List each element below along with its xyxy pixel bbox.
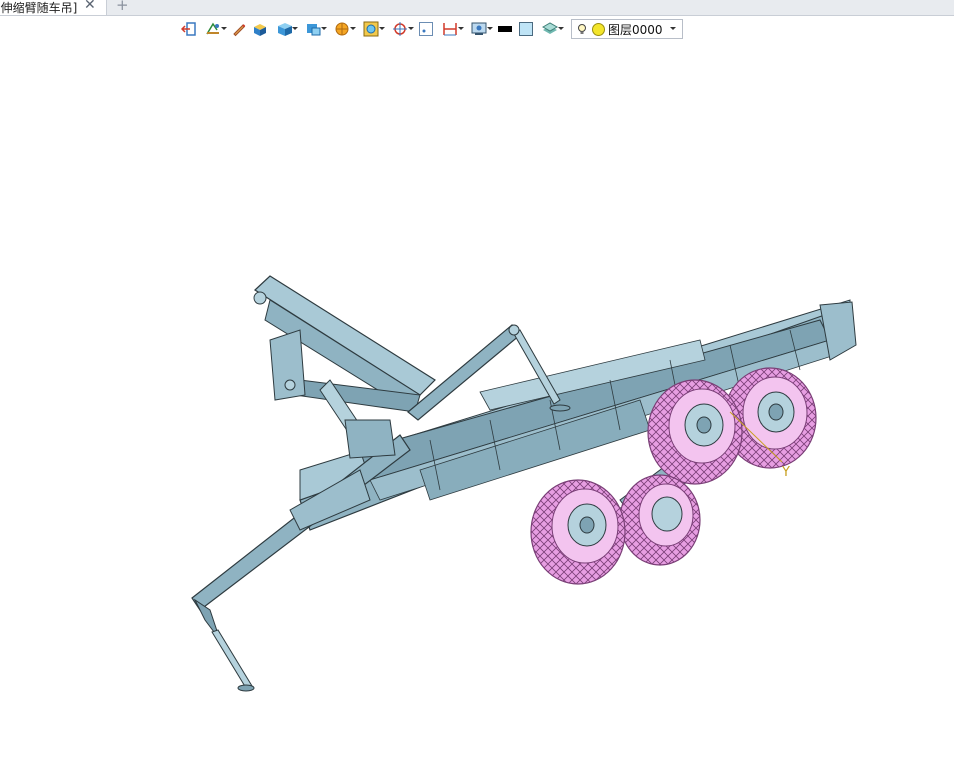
crane-boom [253, 275, 436, 459]
box-face-icon[interactable] [251, 19, 269, 39]
sketch-icon[interactable] [201, 19, 227, 39]
lightbulb-icon[interactable] [576, 23, 588, 35]
wheel-rear-left [647, 379, 743, 485]
color-black-icon[interactable] [496, 19, 514, 39]
document-tab[interactable]: [伸缩臂随车吊] ✕ [0, 0, 107, 15]
snap-target-icon[interactable] [388, 19, 414, 39]
part-icon[interactable] [301, 19, 327, 39]
grid-select-icon[interactable] [417, 19, 435, 39]
wheel-front-right [619, 474, 701, 566]
display-icon[interactable] [467, 19, 493, 39]
trailer-crane-model: Y [191, 275, 857, 692]
add-tab-icon[interactable]: + [116, 0, 129, 14]
layer-name: 图层0000 [608, 22, 663, 37]
main-toolbar: 图层0000 [180, 17, 683, 41]
document-tab-title: [伸缩臂随车吊] [0, 0, 78, 15]
layer-color-icon [592, 22, 605, 36]
layer-stack-icon[interactable] [538, 19, 564, 39]
chevron-down-icon[interactable] [670, 27, 676, 30]
layer-dropdown[interactable]: 图层0000 [571, 19, 683, 39]
document-tab-bar: [伸缩臂随车吊] ✕ + [0, 0, 954, 16]
exit-icon[interactable] [180, 19, 198, 39]
axis-y-label: Y [781, 465, 790, 480]
cube-icon[interactable] [272, 19, 298, 39]
dimension-icon[interactable] [438, 19, 464, 39]
pen-icon[interactable] [230, 19, 248, 39]
wheel-front-left [530, 479, 626, 585]
color-lightblue-icon[interactable] [517, 19, 535, 39]
model-viewport[interactable]: Y [0, 44, 954, 759]
frame-icon[interactable] [359, 19, 385, 39]
close-icon[interactable]: ✕ [84, 0, 96, 13]
sphere-icon[interactable] [330, 19, 356, 39]
